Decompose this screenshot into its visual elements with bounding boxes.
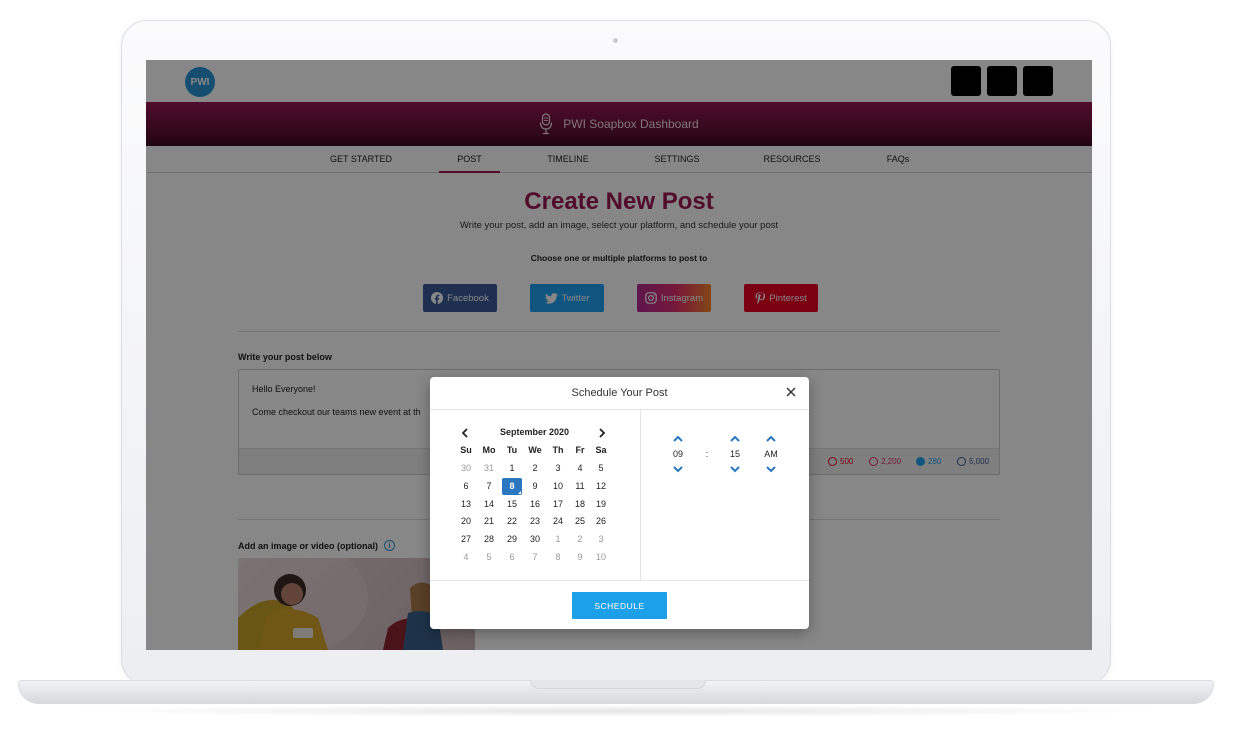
calendar-day[interactable]: 31: [479, 460, 499, 477]
calendar-day[interactable]: 22: [502, 513, 522, 530]
calendar-day[interactable]: 20: [456, 513, 476, 530]
calendar-day[interactable]: 10: [591, 549, 611, 566]
schedule-button[interactable]: SCHEDULE: [572, 592, 667, 619]
calendar-day[interactable]: 10: [548, 478, 568, 495]
calendar-day[interactable]: 2: [570, 531, 590, 548]
time-separator-wrap: :: [692, 443, 722, 465]
calendar-day[interactable]: 7: [479, 478, 499, 495]
calendar-day[interactable]: 29: [502, 531, 522, 548]
calendar-day[interactable]: 30: [456, 460, 476, 477]
close-icon[interactable]: [784, 385, 798, 399]
calendar-day[interactable]: 23: [525, 513, 545, 530]
hour-down-icon[interactable]: [672, 465, 684, 473]
calendar-day[interactable]: 6: [502, 549, 522, 566]
calendar-day[interactable]: 21: [479, 513, 499, 530]
calendar-day[interactable]: 15: [502, 496, 522, 513]
modal-header: Schedule Your Post: [430, 377, 809, 410]
screen: PWI PWI Soapbox Dashboard GET STARTED PO…: [146, 60, 1092, 650]
calendar-day[interactable]: 27: [456, 531, 476, 548]
calendar-day[interactable]: 3: [548, 460, 568, 477]
calendar-day[interactable]: 6: [456, 478, 476, 495]
chevron-left-icon[interactable]: [459, 427, 471, 439]
calendar-day[interactable]: 4: [456, 549, 476, 566]
calendar-day[interactable]: 16: [525, 496, 545, 513]
calendar-month: September 2020: [499, 427, 570, 437]
calendar-day[interactable]: 18: [570, 496, 590, 513]
weekday-header: Mo: [482, 445, 496, 455]
modal-footer: SCHEDULE: [430, 580, 809, 629]
minute-picker: 15: [720, 435, 750, 473]
calendar-day[interactable]: 24: [548, 513, 568, 530]
calendar-day[interactable]: 13: [456, 496, 476, 513]
minute-up-icon[interactable]: [729, 435, 741, 443]
calendar-day[interactable]: 26: [591, 513, 611, 530]
calendar-day[interactable]: 7: [525, 549, 545, 566]
period-up-icon[interactable]: [765, 435, 777, 443]
weekday-header: Su: [460, 445, 472, 455]
calendar-day[interactable]: 9: [525, 478, 545, 495]
chevron-right-icon[interactable]: [596, 427, 608, 439]
weekday-header: Sa: [595, 445, 607, 455]
period-picker: AM: [756, 435, 786, 473]
calendar-day[interactable]: 19: [591, 496, 611, 513]
calendar-day[interactable]: 4: [570, 460, 590, 477]
modal-title: Schedule Your Post: [571, 387, 668, 399]
calendar-day[interactable]: 5: [591, 460, 611, 477]
hour-picker: 09: [663, 435, 693, 473]
calendar-day[interactable]: 3: [591, 531, 611, 548]
calendar-day[interactable]: 9: [570, 549, 590, 566]
period-value[interactable]: AM: [756, 443, 786, 465]
minute-value[interactable]: 15: [720, 443, 750, 465]
camera-dot: [613, 38, 618, 43]
calendar-day[interactable]: 17: [548, 496, 568, 513]
calendar-day[interactable]: 30: [525, 531, 545, 548]
weekday-header: We: [528, 445, 542, 455]
calendar: September 2020 Su Mo Tu We Th Fr Sa 30 31 1 2 3 4 5 6…: [430, 410, 641, 580]
calendar-day[interactable]: 8: [548, 549, 568, 566]
calendar-day[interactable]: 5: [479, 549, 499, 566]
calendar-day[interactable]: 25: [570, 513, 590, 530]
calendar-day[interactable]: 11: [570, 478, 590, 495]
laptop-notch: [530, 680, 706, 689]
calendar-day-selected[interactable]: 8: [502, 477, 522, 495]
period-down-icon[interactable]: [765, 465, 777, 473]
weekday-header: Th: [552, 445, 564, 455]
calendar-day[interactable]: 14: [479, 496, 499, 513]
hour-value[interactable]: 09: [663, 443, 693, 465]
weekday-header: Tu: [506, 445, 518, 455]
schedule-modal: Schedule Your Post September 2020 Su Mo Tu…: [430, 377, 809, 629]
minute-down-icon[interactable]: [729, 465, 741, 473]
calendar-day[interactable]: 12: [591, 478, 611, 495]
calendar-day[interactable]: 28: [479, 531, 499, 548]
laptop-shadow: [60, 705, 1176, 717]
hour-up-icon[interactable]: [672, 435, 684, 443]
weekday-header: Fr: [575, 445, 585, 455]
calendar-day[interactable]: 2: [525, 460, 545, 477]
calendar-day[interactable]: 1: [548, 531, 568, 548]
time-separator: :: [705, 449, 709, 459]
calendar-day[interactable]: 1: [502, 460, 522, 477]
